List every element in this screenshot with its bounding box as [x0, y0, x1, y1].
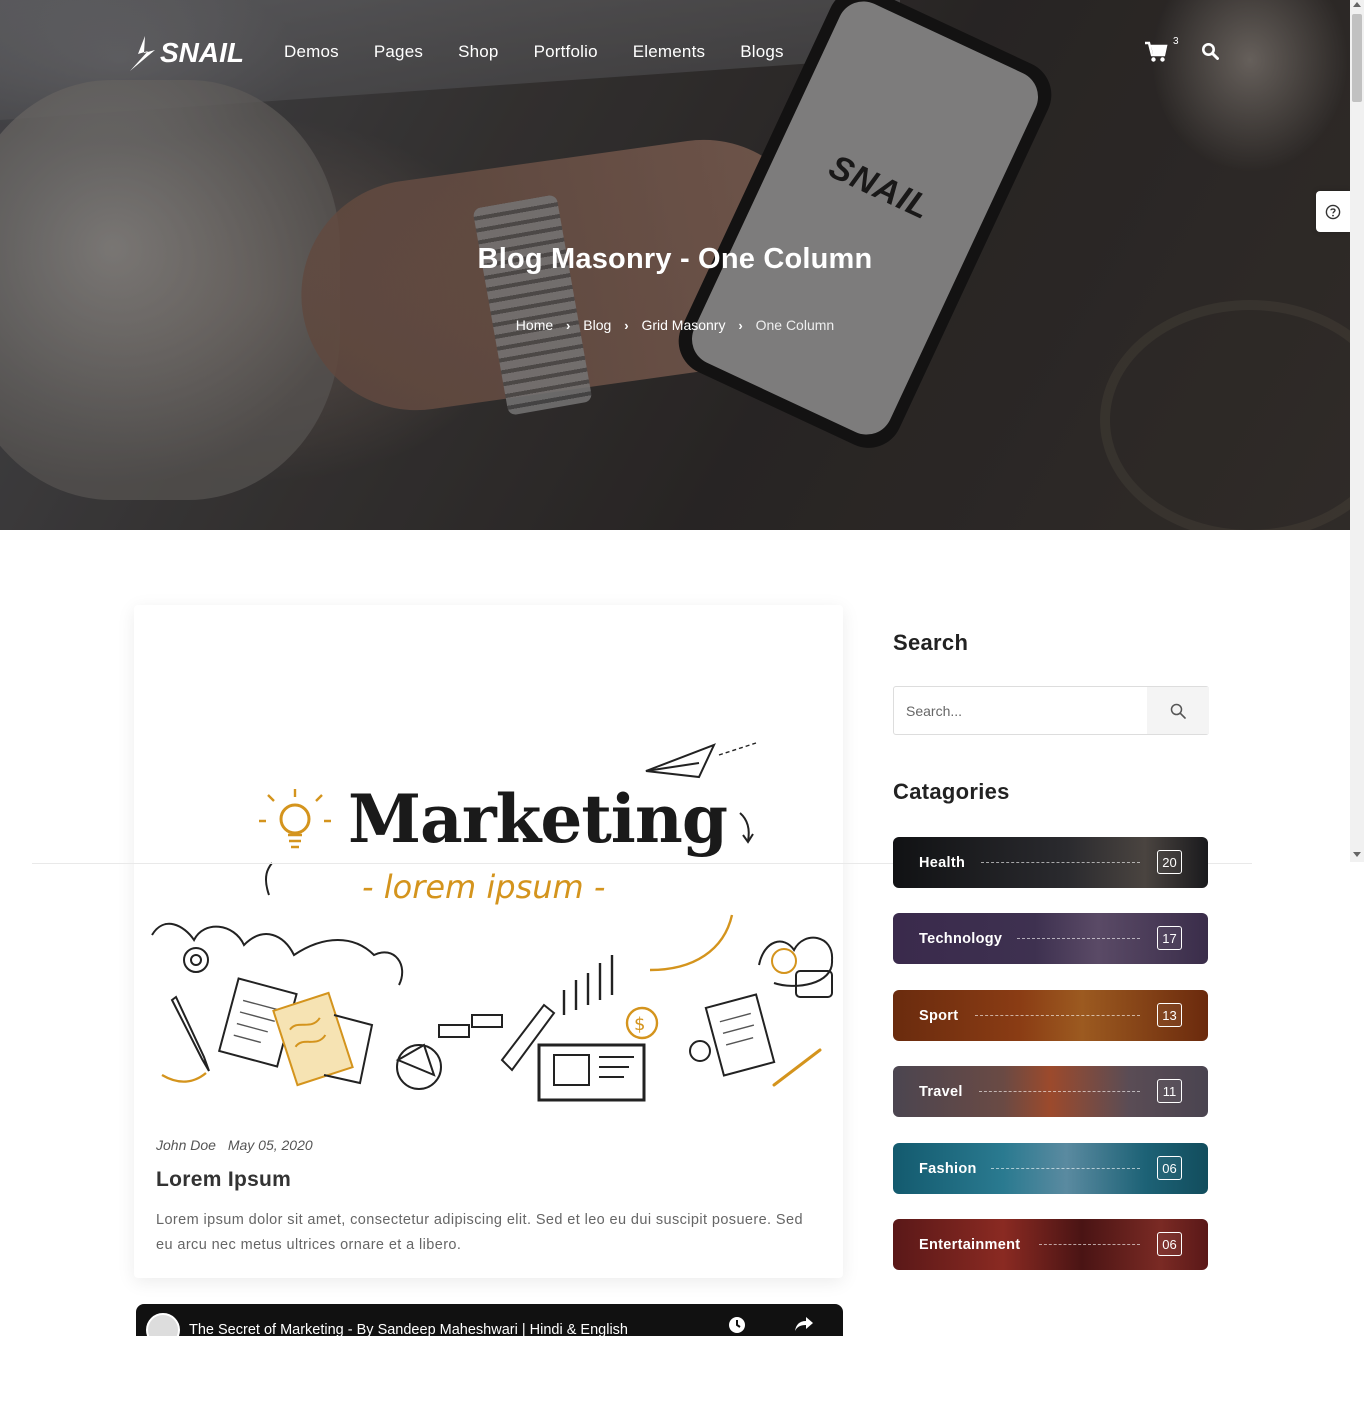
breadcrumb: Home › Blog › Grid Masonry › One Column — [0, 316, 1350, 333]
category-label: Health — [919, 854, 966, 871]
help-button[interactable] — [1316, 191, 1350, 232]
watch-later-clock-icon[interactable] — [728, 1316, 746, 1334]
post-meta: John Doe May 05, 2020 — [156, 1137, 321, 1153]
main-nav: Demos Pages Shop Portfolio Elements Blog… — [284, 42, 819, 62]
chevron-right-icon: › — [566, 317, 571, 333]
share-arrow-icon[interactable] — [794, 1316, 814, 1332]
post-image-marketing[interactable]: Marketing - lorem ipsum - $ — [134, 605, 843, 1115]
category-dots — [1039, 1244, 1140, 1245]
post-image-headline: Marketing — [348, 780, 727, 858]
post-image-subtitle: - lorem ipsum - — [362, 868, 605, 906]
breadcrumb-grid-masonry[interactable]: Grid Masonry — [641, 317, 725, 333]
nav-shop[interactable]: Shop — [458, 42, 499, 62]
category-entertainment[interactable]: Entertainment 06 — [893, 1219, 1208, 1270]
category-dots — [975, 1015, 1140, 1016]
snail-logo-icon — [130, 36, 155, 71]
search-input[interactable] — [894, 687, 1146, 734]
category-travel[interactable]: Travel 11 — [893, 1066, 1208, 1117]
sidebar-search-heading: Search — [893, 630, 969, 655]
blog-post-card: Marketing - lorem ipsum - $ John Doe May… — [134, 605, 843, 1278]
video-channel-avatar[interactable] — [146, 1313, 180, 1336]
sidebar-categories-heading: Catagories — [893, 779, 1010, 804]
post-author[interactable]: John Doe — [156, 1137, 216, 1153]
category-health[interactable]: Health 20 — [893, 837, 1208, 888]
nav-pages[interactable]: Pages — [374, 42, 423, 62]
nav-portfolio[interactable]: Portfolio — [534, 42, 598, 62]
question-circle-icon — [1325, 204, 1341, 219]
video-title[interactable]: The Secret of Marketing - By Sandeep Mah… — [189, 1322, 628, 1336]
search-icon[interactable] — [1201, 42, 1219, 60]
video-embed[interactable]: The Secret of Marketing - By Sandeep Mah… — [136, 1304, 843, 1336]
breadcrumb-blog[interactable]: Blog — [583, 317, 611, 333]
search-submit-button[interactable] — [1147, 687, 1209, 734]
category-label: Entertainment — [919, 1236, 1021, 1253]
category-count: 06 — [1157, 1232, 1182, 1256]
nav-elements[interactable]: Elements — [633, 42, 705, 62]
post-excerpt: Lorem ipsum dolor sit amet, consectetur … — [156, 1212, 803, 1253]
scroll-up-arrow-icon[interactable] — [1353, 2, 1361, 7]
search-icon — [1170, 703, 1186, 719]
chevron-right-icon: › — [624, 317, 629, 333]
category-count: 20 — [1157, 850, 1182, 874]
category-label: Fashion — [919, 1160, 977, 1177]
category-dots — [979, 1091, 1140, 1092]
category-dots — [991, 1168, 1140, 1169]
site-logo[interactable]: SNAIL — [128, 34, 244, 72]
category-count: 17 — [1157, 926, 1182, 950]
category-fashion[interactable]: Fashion 06 — [893, 1143, 1208, 1194]
cart-count-badge: 3 — [1173, 36, 1179, 47]
post-date: May 05, 2020 — [227, 1137, 313, 1153]
post-title[interactable]: Lorem Ipsum — [156, 1168, 291, 1192]
chevron-right-icon: › — [738, 317, 743, 333]
category-count: 06 — [1157, 1156, 1182, 1180]
category-dots — [1017, 938, 1140, 939]
scrollbar-thumb[interactable] — [1352, 14, 1362, 102]
category-label: Technology — [919, 930, 1003, 947]
breadcrumb-home[interactable]: Home — [516, 317, 553, 333]
category-label: Sport — [919, 1007, 959, 1024]
sidebar-search-form — [893, 686, 1209, 735]
category-label: Travel — [919, 1083, 963, 1100]
nav-demos[interactable]: Demos — [284, 42, 339, 62]
hero-banner: SNAIL SNAIL Demos Pages Shop Portfolio E… — [0, 0, 1350, 530]
breadcrumb-current: One Column — [755, 317, 835, 334]
page: SNAIL SNAIL Demos Pages Shop Portfolio E… — [0, 0, 1364, 1417]
cart-icon[interactable] — [1144, 41, 1168, 63]
category-count: 11 — [1157, 1079, 1182, 1103]
nav-blogs[interactable]: Blogs — [740, 42, 784, 62]
svg-text:$: $ — [634, 1014, 645, 1035]
category-technology[interactable]: Technology 17 — [893, 913, 1208, 964]
page-scrollbar[interactable] — [1350, 0, 1364, 862]
category-count: 13 — [1157, 1003, 1182, 1027]
logo-text: SNAIL — [160, 37, 244, 68]
category-sport[interactable]: Sport 13 — [893, 990, 1208, 1041]
scroll-down-arrow-icon[interactable] — [1353, 852, 1361, 857]
page-title: Blog Masonry - One Column — [477, 243, 873, 275]
category-dots — [981, 862, 1140, 863]
